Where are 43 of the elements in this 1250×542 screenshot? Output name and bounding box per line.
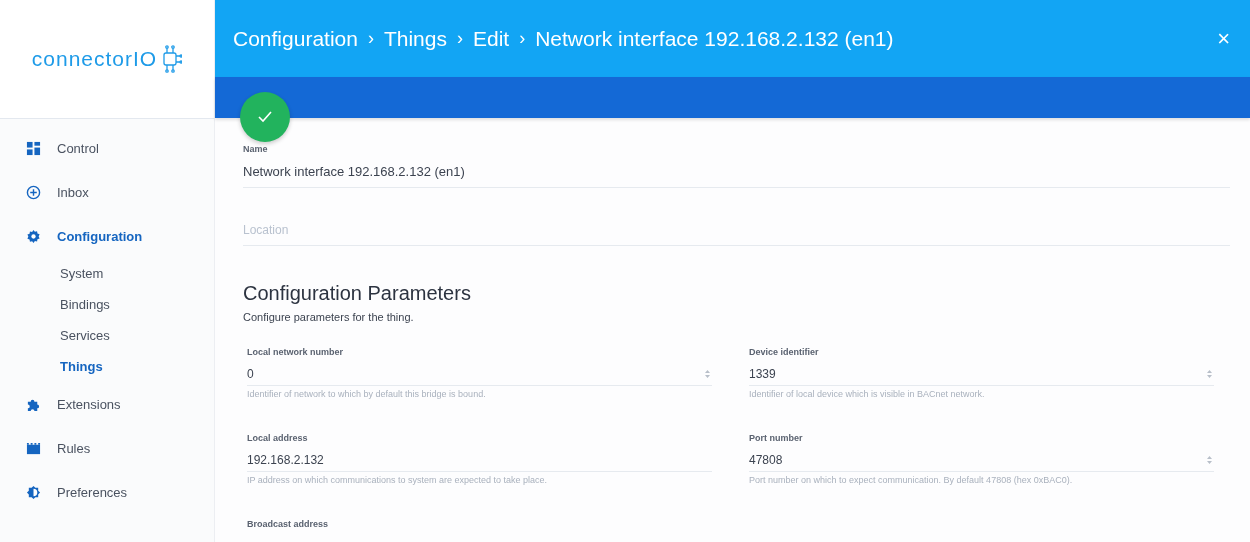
hint-text: Identifier of local device which is visible in BACnet network. <box>749 389 986 399</box>
location-field[interactable]: Location <box>243 218 1230 246</box>
save-button[interactable] <box>240 92 290 142</box>
field-label: Port number <box>749 433 803 443</box>
field-label: Local network number <box>247 347 344 357</box>
breadcrumb-separator: › <box>456 28 463 49</box>
nav-item[interactable]: Bindings <box>0 289 214 320</box>
breadcrumb-separator: › <box>367 28 374 49</box>
field-label: Broadcast address <box>247 519 329 529</box>
spinner-icon[interactable] <box>1207 456 1212 464</box>
field-label: Device identifier <box>749 347 819 357</box>
section-description: Configure parameters for the thing. <box>243 311 415 323</box>
input-field[interactable]: 192.168.2.132 <box>247 451 712 472</box>
spinner-icon[interactable] <box>1207 370 1212 378</box>
nav-item[interactable]: Things <box>0 351 214 382</box>
field-label: Local address <box>247 433 308 443</box>
nav-item[interactable]: Rules <box>0 426 214 470</box>
spinner-icon[interactable] <box>705 370 710 378</box>
field-label: Name <box>243 144 268 154</box>
nav-item[interactable]: System <box>0 258 214 289</box>
hint-text: IP address on which communications to system are expected to take place. <box>247 475 548 485</box>
nav-item[interactable]: Configuration <box>0 214 214 258</box>
nav-item[interactable]: Inbox <box>0 170 214 214</box>
logo-text: connectorIO <box>31 47 158 71</box>
film-icon <box>26 440 41 456</box>
brightness-icon <box>26 484 41 500</box>
plus-circle-icon <box>26 184 41 200</box>
breadcrumb-item: Network interface 192.168.2.132 (en1) <box>535 26 894 51</box>
nav-item[interactable]: Services <box>0 320 214 351</box>
gear-icon <box>26 228 41 244</box>
breadcrumb-separator: › <box>519 28 526 49</box>
input-field[interactable]: 1339 <box>749 365 1214 386</box>
hint-text: Port number on which to expect communication. By default 47808 (hex 0xBAC0). <box>749 475 1074 485</box>
hint-text: Identifier of network to which by default this bridge is bound. <box>247 389 487 399</box>
check-icon <box>258 111 272 123</box>
nav-item[interactable]: Control <box>0 126 214 170</box>
input-field[interactable]: 47808 <box>749 451 1214 472</box>
nav-item[interactable]: Extensions <box>0 382 214 426</box>
section-title: Configuration Parameters <box>243 282 472 305</box>
nav-item[interactable]: Preferences <box>0 470 214 514</box>
input-field[interactable]: 0 <box>247 365 712 386</box>
name-field[interactable]: Network interface 192.168.2.132 (en1) <box>243 160 1230 188</box>
dashboard-icon <box>26 140 41 156</box>
